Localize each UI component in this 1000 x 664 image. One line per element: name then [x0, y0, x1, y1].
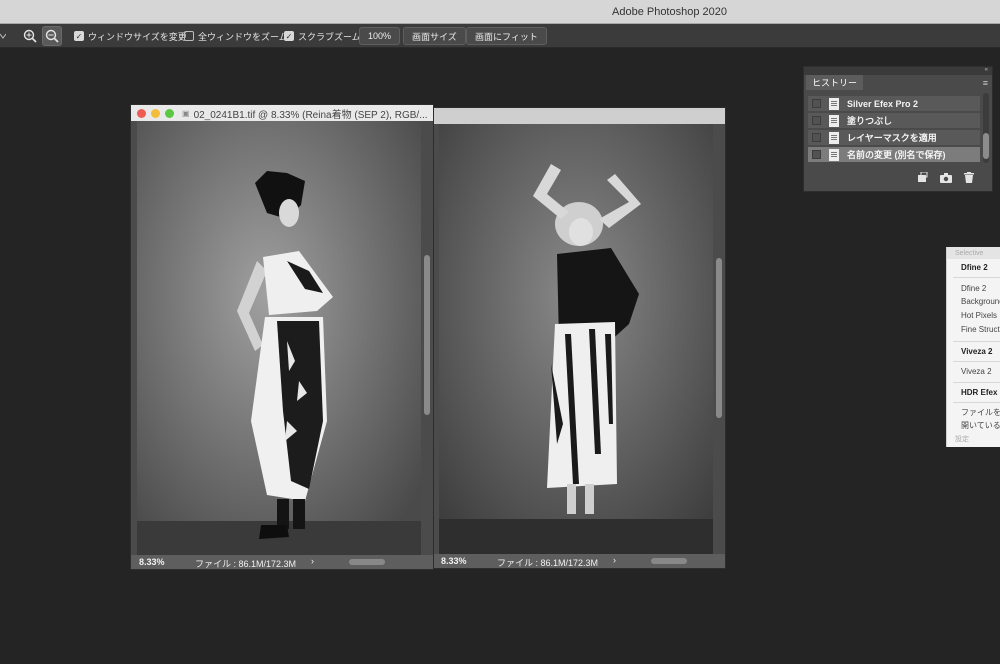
- document-proxy-icon: ▣: [182, 108, 190, 118]
- document-canvas[interactable]: [439, 124, 713, 554]
- zoom-all-windows-label: 全ウィンドウをズーム: [198, 31, 288, 42]
- panel-header-strip[interactable]: «: [804, 67, 992, 75]
- zoom-window-button[interactable]: [165, 108, 174, 118]
- zoom-level[interactable]: 8.33%: [139, 557, 165, 567]
- document-canvas[interactable]: [137, 121, 421, 555]
- nik-filter-item[interactable]: Background: [947, 297, 1000, 306]
- zoom-level[interactable]: 8.33%: [441, 556, 467, 566]
- fill-screen-button[interactable]: 画面にフィット: [466, 27, 547, 45]
- zoom-100-button[interactable]: 100%: [359, 27, 401, 45]
- trash-icon[interactable]: [964, 172, 974, 183]
- history-footer: [917, 172, 974, 183]
- options-bar-edge: [0, 24, 8, 48]
- scrubby-zoom-checkbox[interactable]: ✓ スクラブズーム: [284, 24, 361, 48]
- nik-filter-item[interactable]: Dfine 2: [947, 284, 986, 293]
- history-item-label: Silver Efex Pro 2: [847, 98, 919, 109]
- photo-woman-standing-profile: [137, 121, 421, 555]
- minimize-window-button[interactable]: [151, 108, 160, 118]
- history-state-icon: [829, 131, 839, 144]
- new-document-from-state-icon[interactable]: [917, 172, 928, 183]
- history-item[interactable]: 塗りつぶし: [808, 112, 980, 128]
- nik-section-heading[interactable]: HDR Efex: [947, 388, 997, 397]
- options-bar: ✓ ウィンドウサイズを変更 全ウィンドウをズーム ✓ スクラブズーム 100% …: [0, 24, 1000, 48]
- app-title: Adobe Photoshop 2020: [612, 6, 727, 18]
- history-item[interactable]: レイヤーマスクを適用: [808, 129, 980, 145]
- resize-windows-label: ウィンドウサイズを変更: [88, 31, 187, 42]
- history-item-label: 塗りつぶし: [847, 116, 893, 126]
- divider: [953, 402, 1000, 403]
- history-item-label: 名前の変更 (別名で保存): [847, 150, 946, 160]
- document-status-bar: 8.33% ファイル : 86.1M/172.3M ›: [433, 554, 725, 568]
- window-controls: [137, 108, 174, 118]
- close-window-button[interactable]: [137, 108, 146, 118]
- scrubby-zoom-label: スクラブズーム: [298, 31, 361, 42]
- horizontal-scrollbar[interactable]: [349, 559, 385, 565]
- document-window-1[interactable]: ▣ 02_0241B1.tif @ 8.33% (Reina着物 (SEP 2)…: [130, 104, 434, 570]
- document-status-bar: 8.33% ファイル : 86.1M/172.3M ›: [131, 555, 433, 569]
- history-source-checkbox[interactable]: [812, 133, 821, 142]
- nik-selective-panel: Selective Dfine 2 Dfine 2 Background Hot…: [946, 247, 1000, 447]
- nik-section-heading[interactable]: Dfine 2: [947, 263, 988, 272]
- photo-woman-arms-raised: [439, 124, 713, 554]
- zoom-all-windows-checkbox[interactable]: 全ウィンドウをズーム: [184, 24, 288, 48]
- zoom-in-button[interactable]: [20, 26, 40, 46]
- history-source-checkbox[interactable]: [812, 150, 821, 159]
- snapshot-camera-icon[interactable]: [940, 172, 952, 183]
- document-title-bar[interactable]: ▣ 02_0241B1.tif @ 8.33% (Reina着物 (SEP 2)…: [131, 105, 433, 121]
- nik-info-text: 開いている: [961, 421, 1000, 430]
- document-window-2[interactable]: 8.33% ファイル : 86.1M/172.3M ›: [432, 107, 726, 569]
- document-title: 02_0241B1.tif @ 8.33% (Reina着物 (SEP 2), …: [193, 109, 428, 121]
- divider: [953, 341, 1000, 342]
- vertical-scrollbar[interactable]: [424, 255, 430, 415]
- divider: [953, 361, 1000, 362]
- divider: [953, 277, 1000, 278]
- fit-screen-button[interactable]: 画面サイズ: [403, 27, 466, 45]
- checkbox-checked-icon: ✓: [74, 31, 84, 41]
- divider: [953, 382, 1000, 383]
- zoom-in-icon: [23, 29, 37, 43]
- file-size: ファイル : 86.1M/172.3M: [195, 559, 297, 569]
- zoom-out-icon: [45, 29, 59, 43]
- horizontal-scrollbar[interactable]: [651, 558, 687, 564]
- vertical-scrollbar[interactable]: [716, 258, 722, 418]
- history-state-icon: [829, 148, 839, 161]
- nik-filter-item[interactable]: Hot Pixels: [947, 311, 997, 320]
- history-source-checkbox[interactable]: [812, 116, 821, 125]
- history-item[interactable]: Silver Efex Pro 2: [808, 95, 980, 111]
- resize-windows-checkbox[interactable]: ✓ ウィンドウサイズを変更: [74, 24, 187, 48]
- checkbox-checked-icon: ✓: [284, 31, 294, 41]
- tab-history[interactable]: ヒストリー: [806, 75, 864, 90]
- history-state-icon: [829, 97, 839, 110]
- nik-info-text: ファイルを: [961, 408, 1000, 417]
- history-item-label: レイヤーマスクを適用: [847, 133, 937, 143]
- nik-filter-item[interactable]: Viveza 2: [947, 367, 992, 376]
- collapse-panel-icon[interactable]: «: [985, 67, 988, 73]
- history-panel: « ヒストリー ≡ Silver Efex Pro 2 塗りつぶし レイヤーマス…: [803, 66, 993, 192]
- status-menu-arrow-icon[interactable]: ›: [613, 555, 616, 565]
- zoom-out-button[interactable]: [42, 26, 62, 46]
- history-state-icon: [829, 114, 839, 127]
- file-size: ファイル : 86.1M/172.3M: [497, 558, 599, 568]
- document-title-bar[interactable]: [433, 108, 725, 124]
- nik-settings-link[interactable]: 設定: [947, 434, 969, 444]
- checkbox-unchecked-icon: [184, 31, 194, 41]
- app-title-bar: Adobe Photoshop 2020: [0, 0, 1000, 24]
- nik-panel-title: Selective: [947, 247, 1000, 259]
- chevron-down-icon: [0, 33, 6, 39]
- nik-filter-item[interactable]: Fine Struct: [947, 325, 1000, 334]
- history-scrollbar[interactable]: [983, 93, 989, 163]
- panel-menu-icon[interactable]: ≡: [983, 78, 988, 88]
- history-source-checkbox[interactable]: [812, 99, 821, 108]
- status-menu-arrow-icon[interactable]: ›: [311, 556, 314, 566]
- history-item-selected[interactable]: 名前の変更 (別名で保存): [808, 146, 980, 162]
- nik-section-heading[interactable]: Viveza 2: [947, 347, 992, 356]
